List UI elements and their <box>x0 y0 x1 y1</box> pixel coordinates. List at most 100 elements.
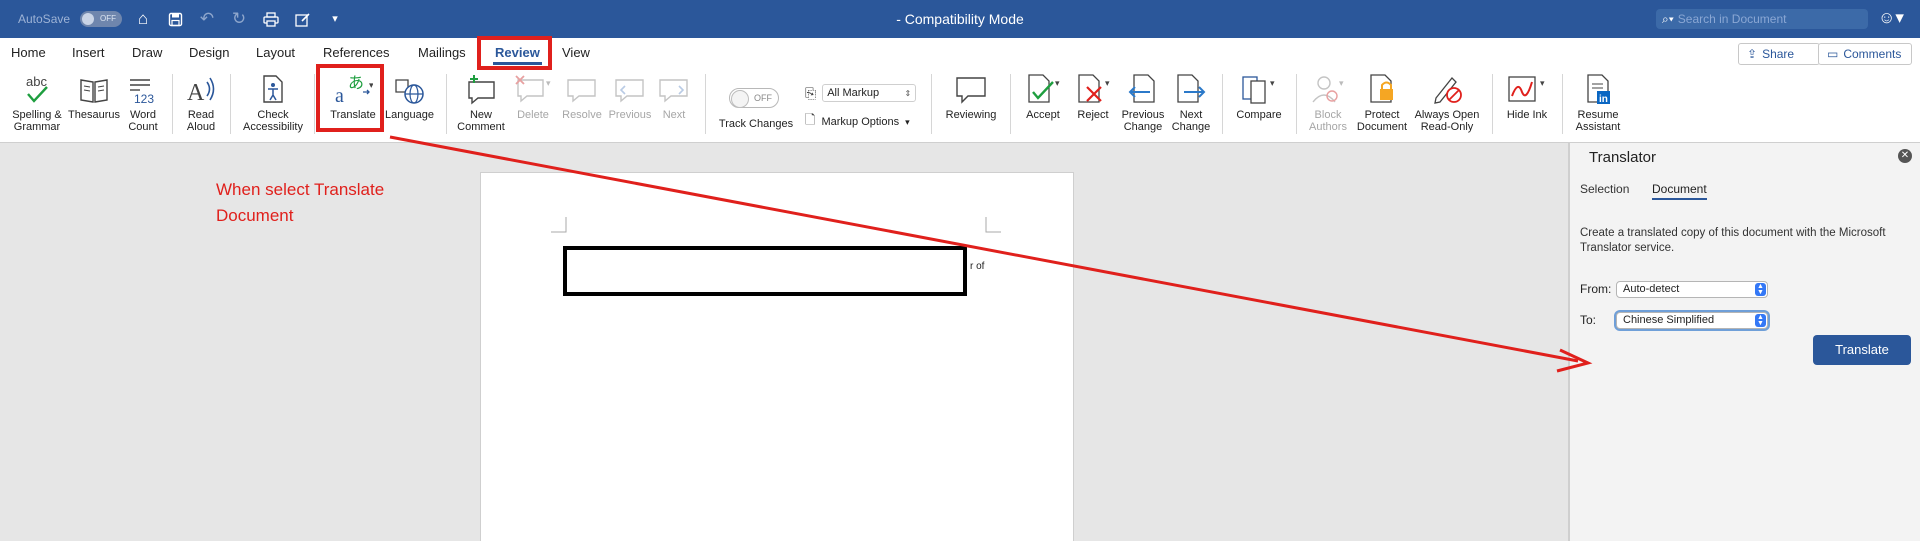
comment-icon: ▭ <box>1827 47 1839 61</box>
svg-text:▾: ▾ <box>1270 78 1275 88</box>
compare-button[interactable]: ▾ Compare <box>1232 72 1286 121</box>
feedback-smiley-icon[interactable]: ☺▾ <box>1878 8 1904 28</box>
track-changes-label: Track Changes <box>718 118 794 130</box>
search-input[interactable] <box>1677 12 1858 26</box>
markup-options-icon: 🗋 <box>805 112 816 127</box>
from-language-select[interactable]: Auto-detect ▲ ▼ <box>1616 281 1768 298</box>
markup-options-button[interactable]: 🗋 Markup Options ▾ <box>805 111 910 133</box>
next-comment-icon <box>659 79 688 103</box>
translate-document-button[interactable]: Translate <box>1813 335 1911 365</box>
tab-design[interactable]: Design <box>189 45 229 60</box>
spelling-grammar-button[interactable]: abc Spelling & Grammar <box>12 72 62 133</box>
updown-arrow-icon: ▲ ▼ <box>1755 283 1766 296</box>
always-open-read-only-button[interactable]: Always Open Read-Only <box>1412 72 1482 133</box>
read-aloud-button[interactable]: A Read Aloud <box>183 72 219 133</box>
tab-references[interactable]: References <box>323 45 389 60</box>
annotation-text: When select Translate Document <box>216 180 385 225</box>
customize-toolbar-icon[interactable]: ▾ <box>324 0 346 38</box>
thesaurus-button[interactable]: Thesaurus <box>67 72 121 121</box>
chevron-down-icon: ▾ <box>905 116 910 127</box>
accessibility-icon <box>263 75 283 103</box>
print-icon[interactable] <box>260 0 282 38</box>
ribbon-divider <box>446 74 447 134</box>
ribbon-divider <box>230 74 231 134</box>
word-count-button[interactable]: 123 Word Count <box>125 72 161 133</box>
resolve-comment-icon <box>567 79 596 103</box>
tab-insert[interactable]: Insert <box>72 45 105 60</box>
block-authors-icon: ▾ <box>1312 76 1344 103</box>
reviewing-pane-button[interactable]: Reviewing <box>942 72 1000 121</box>
read-only-icon <box>1434 77 1462 104</box>
to-label: To: <box>1580 313 1597 327</box>
hide-ink-icon: ▾ <box>1508 76 1545 102</box>
resume-assistant-button[interactable]: in Resume Assistant <box>1572 72 1624 133</box>
to-language-select[interactable]: Chinese Simplified ▲ ▼ <box>1616 312 1768 329</box>
accept-button[interactable]: ▾ Accept <box>1020 72 1066 121</box>
markup-display-icon: ⎘ <box>805 84 817 101</box>
ribbon-divider <box>705 74 706 134</box>
previous-comment-button[interactable]: Previous <box>607 72 653 121</box>
svg-text:abc: abc <box>26 74 47 89</box>
tab-mailings[interactable]: Mailings <box>418 45 466 60</box>
delete-comment-button[interactable]: ▾ Delete <box>511 72 555 121</box>
previous-change-button[interactable]: Previous Change <box>1118 72 1168 133</box>
compare-icon: ▾ <box>1242 76 1275 104</box>
svg-text:▾: ▾ <box>1055 78 1060 88</box>
ribbon-divider <box>172 74 173 134</box>
word-count-icon: 123 <box>130 79 154 106</box>
review-tab-highlight <box>477 36 552 70</box>
updown-arrow-icon: ▲ ▼ <box>1755 314 1766 327</box>
tab-document[interactable]: Document <box>1652 182 1707 200</box>
undo-icon[interactable]: ↶ <box>196 0 218 38</box>
book-icon <box>80 79 108 103</box>
updown-arrow-icon: ⇕ <box>904 89 912 98</box>
hide-ink-button[interactable]: ▾ Hide Ink <box>1502 72 1552 121</box>
resume-assistant-icon: in <box>1587 74 1610 105</box>
resolve-comment-button[interactable]: Resolve <box>559 72 605 121</box>
redo-icon[interactable]: ↻ <box>228 0 250 38</box>
edit-icon[interactable] <box>292 0 314 38</box>
previous-comment-icon <box>615 79 644 103</box>
autosave-toggle[interactable]: OFF <box>80 11 123 27</box>
reject-icon: ▾ <box>1078 74 1110 103</box>
redacted-box <box>563 246 967 296</box>
save-icon[interactable] <box>164 0 186 38</box>
check-accessibility-button[interactable]: Check Accessibility <box>240 72 306 133</box>
reject-button[interactable]: ▾ Reject <box>1070 72 1116 121</box>
home-icon[interactable]: ⌂ <box>132 0 154 38</box>
language-button[interactable]: Language <box>385 72 434 121</box>
svg-text:▾: ▾ <box>1339 78 1344 88</box>
tab-draw[interactable]: Draw <box>132 45 162 60</box>
search-box[interactable]: ⌕▾ <box>1656 9 1868 29</box>
ribbon-divider <box>1010 74 1011 134</box>
search-icon: ⌕▾ <box>1662 11 1674 26</box>
review-ribbon: abc Spelling & Grammar Thesaurus 123 Word… <box>0 68 1920 143</box>
comments-button[interactable]: ▭ Comments <box>1818 43 1912 65</box>
new-comment-icon <box>468 75 495 105</box>
ribbon-divider <box>1222 74 1223 134</box>
tab-view[interactable]: View <box>562 45 590 60</box>
document-page[interactable]: r of <box>480 172 1074 541</box>
translator-description: Create a translated copy of this documen… <box>1580 227 1886 254</box>
track-changes-toggle[interactable]: OFF <box>729 88 779 108</box>
svg-text:▾: ▾ <box>1105 78 1110 88</box>
all-markup-select[interactable]: All Markup ⇕ <box>822 84 917 102</box>
margin-corner-mark <box>551 217 567 233</box>
tab-layout[interactable]: Layout <box>256 45 295 60</box>
tab-home[interactable]: Home <box>11 45 46 60</box>
tab-selection[interactable]: Selection <box>1580 182 1629 196</box>
protect-document-button[interactable]: Protect Document <box>1355 72 1409 133</box>
close-icon[interactable]: ✕ <box>1898 149 1912 163</box>
lock-icon <box>1370 74 1393 103</box>
share-button[interactable]: ⇪ Share <box>1738 43 1820 65</box>
share-icon: ⇪ <box>1747 47 1758 61</box>
new-comment-button[interactable]: New Comment <box>456 72 506 133</box>
next-comment-button[interactable]: Next <box>655 72 693 121</box>
next-change-button[interactable]: Next Change <box>1168 72 1214 133</box>
display-for-review[interactable]: ⎘ All Markup ⇕ <box>805 84 917 102</box>
ribbon-divider <box>314 74 315 134</box>
read-aloud-icon: A <box>187 77 215 106</box>
block-authors-button[interactable]: ▾ Block Authors <box>1304 72 1352 133</box>
previous-change-icon <box>1128 74 1155 103</box>
svg-text:▾: ▾ <box>1540 78 1545 88</box>
